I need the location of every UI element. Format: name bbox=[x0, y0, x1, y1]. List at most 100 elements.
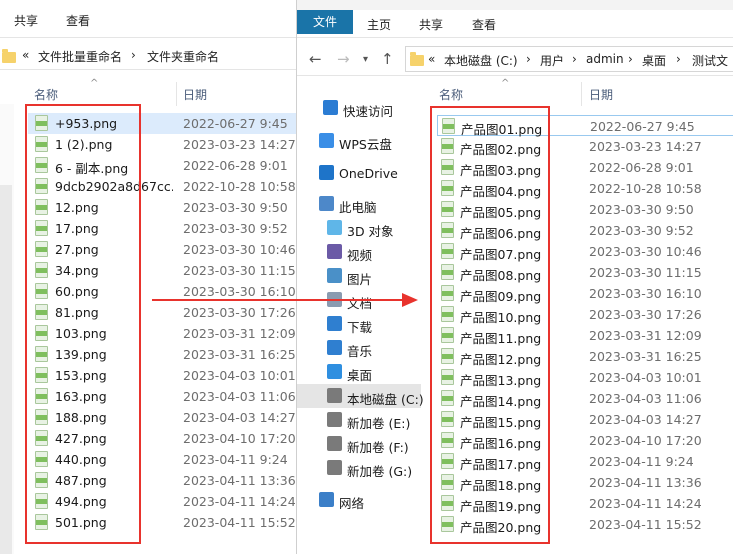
nav-item[interactable]: 新加卷 (F:) bbox=[297, 432, 421, 456]
breadcrumb-sep: › bbox=[628, 52, 633, 66]
nav-item[interactable]: 3D 对象 bbox=[297, 216, 421, 240]
nav-item[interactable]: 本地磁盘 (C:) bbox=[297, 384, 424, 408]
drive-icon bbox=[327, 412, 342, 427]
nav-item-label: 新加卷 (F:) bbox=[347, 440, 409, 455]
address-bar[interactable]: « 文件批量重命名 › 文件夹重命名 bbox=[0, 42, 296, 70]
nav-item-label: 桌面 bbox=[347, 368, 373, 383]
nav-item[interactable]: OneDrive bbox=[297, 161, 421, 185]
title-bar bbox=[297, 0, 733, 10]
tab-share[interactable]: 共享 bbox=[419, 16, 443, 33]
breadcrumb-overflow[interactable]: « bbox=[428, 52, 435, 66]
nav-item[interactable]: 视频 bbox=[297, 240, 421, 264]
nav-item[interactable]: WPS云盘 bbox=[297, 129, 421, 153]
breadcrumb-sep: › bbox=[676, 52, 681, 66]
file-date: 2023-04-11 9:24 bbox=[183, 452, 288, 467]
file-date: 2023-04-03 10:01 bbox=[183, 368, 296, 383]
nav-item-label: 文档 bbox=[347, 296, 373, 311]
file-date: 2023-03-30 9:50 bbox=[183, 200, 288, 215]
tab-file[interactable]: 文件 bbox=[297, 10, 353, 34]
breadcrumb-item[interactable]: admin bbox=[586, 52, 624, 66]
file-date: 2022-06-28 9:01 bbox=[589, 160, 694, 175]
drive-icon bbox=[327, 388, 342, 403]
column-header: ^ 名称 日期 bbox=[427, 78, 733, 106]
scrollbar[interactable] bbox=[0, 185, 12, 554]
file-date: 2023-03-23 14:27 bbox=[183, 137, 296, 152]
nav-item[interactable]: 快速访问 bbox=[297, 96, 421, 120]
star-icon bbox=[323, 100, 338, 115]
file-date: 2023-04-11 14:24 bbox=[183, 494, 296, 509]
cube-icon bbox=[327, 220, 342, 235]
sort-up-icon: ^ bbox=[501, 78, 510, 89]
file-date: 2023-04-03 11:06 bbox=[183, 389, 296, 404]
file-date: 2023-03-31 12:09 bbox=[589, 328, 702, 343]
download-icon bbox=[327, 316, 342, 331]
breadcrumb-item[interactable]: 用户 bbox=[540, 52, 564, 69]
nav-item[interactable]: 下载 bbox=[297, 312, 421, 336]
nav-item[interactable]: 图片 bbox=[297, 264, 421, 288]
tab-share[interactable]: 共享 bbox=[14, 12, 38, 29]
nav-item-label: 下载 bbox=[347, 320, 373, 335]
recent-dropdown-icon[interactable]: ▾ bbox=[363, 54, 368, 65]
breadcrumb-item[interactable]: 桌面 bbox=[642, 52, 666, 69]
nav-item[interactable]: 网络 bbox=[297, 488, 421, 512]
drive-icon bbox=[327, 436, 342, 451]
file-date: 2023-03-31 16:25 bbox=[183, 347, 296, 362]
up-arrow-icon[interactable]: ↑ bbox=[381, 50, 394, 68]
music-icon bbox=[327, 340, 342, 355]
tab-view[interactable]: 查看 bbox=[472, 16, 496, 33]
file-date: 2023-03-30 9:50 bbox=[589, 202, 694, 217]
breadcrumb-item[interactable]: 本地磁盘 (C:) bbox=[444, 52, 518, 69]
breadcrumb-item[interactable]: 测试文 bbox=[692, 52, 728, 69]
column-name[interactable]: 名称 bbox=[439, 86, 463, 103]
nav-item[interactable]: 音乐 bbox=[297, 336, 421, 360]
nav-item-label: 快速访问 bbox=[343, 104, 394, 119]
nav-item-label: OneDrive bbox=[339, 166, 398, 181]
file-date: 2023-04-11 15:52 bbox=[183, 515, 296, 530]
breadcrumb-sep: › bbox=[572, 52, 577, 66]
breadcrumb-sep: › bbox=[526, 52, 531, 66]
nav-item[interactable]: 新加卷 (G:) bbox=[297, 456, 421, 480]
nav-item-label: 视频 bbox=[347, 248, 373, 263]
file-date: 2023-04-03 10:01 bbox=[589, 370, 702, 385]
tab-home[interactable]: 主页 bbox=[367, 16, 391, 33]
tab-view[interactable]: 查看 bbox=[66, 12, 90, 29]
back-arrow-icon[interactable]: ← bbox=[309, 50, 322, 68]
ribbon-tabs: 共享 查看 bbox=[0, 0, 296, 38]
column-divider[interactable] bbox=[581, 82, 582, 106]
forward-arrow-icon[interactable]: → bbox=[337, 50, 350, 68]
nav-item-label: 网络 bbox=[339, 496, 365, 511]
file-date: 2023-04-11 15:52 bbox=[589, 517, 702, 532]
nav-item-label: 新加卷 (G:) bbox=[347, 464, 413, 479]
navigation-pane: 快速访问 WPS云盘 OneDrive 此电脑 3D 对象视频图片文档下载 音乐桌面 本地磁… bbox=[297, 86, 424, 554]
file-date: 2022-06-28 9:01 bbox=[183, 158, 288, 173]
file-date: 2023-04-03 14:27 bbox=[589, 412, 702, 427]
breadcrumb-sep: › bbox=[131, 48, 136, 62]
file-date: 2023-04-11 13:36 bbox=[183, 473, 296, 488]
nav-item-label: 新加卷 (E:) bbox=[347, 416, 411, 431]
file-date: 2023-03-30 17:26 bbox=[183, 305, 296, 320]
column-divider[interactable] bbox=[176, 82, 177, 106]
file-date: 2023-03-30 10:46 bbox=[589, 244, 702, 259]
file-date: 2023-03-30 16:10 bbox=[589, 286, 702, 301]
file-date: 2023-03-30 9:52 bbox=[183, 221, 288, 236]
file-date: 2022-10-28 10:58 bbox=[183, 179, 296, 194]
nav-item[interactable]: 此电脑 bbox=[297, 192, 421, 216]
breadcrumb-item[interactable]: 文件批量重命名 bbox=[38, 48, 122, 65]
highlight-box-right bbox=[430, 106, 550, 544]
breadcrumb-item[interactable]: 文件夹重命名 bbox=[147, 48, 219, 65]
arrow-right-icon bbox=[402, 293, 418, 307]
nav-item[interactable]: 桌面 bbox=[297, 360, 421, 384]
cloud-icon bbox=[319, 133, 334, 148]
file-date: 2023-03-31 12:09 bbox=[183, 326, 296, 341]
column-date[interactable]: 日期 bbox=[183, 86, 207, 103]
picture-icon bbox=[327, 268, 342, 283]
nav-item-label: 图片 bbox=[347, 272, 373, 287]
column-name[interactable]: 名称 bbox=[34, 86, 58, 103]
file-date: 2023-03-30 10:46 bbox=[183, 242, 296, 257]
column-date[interactable]: 日期 bbox=[589, 86, 613, 103]
breadcrumb-overflow[interactable]: « bbox=[22, 48, 29, 62]
address-bar[interactable]: « 本地磁盘 (C:) › 用户 › admin › 桌面 › 测试文 bbox=[405, 46, 733, 72]
file-date: 2023-03-30 11:15 bbox=[589, 265, 702, 280]
column-header: ^ 名称 日期 bbox=[0, 78, 296, 106]
nav-item[interactable]: 新加卷 (E:) bbox=[297, 408, 421, 432]
